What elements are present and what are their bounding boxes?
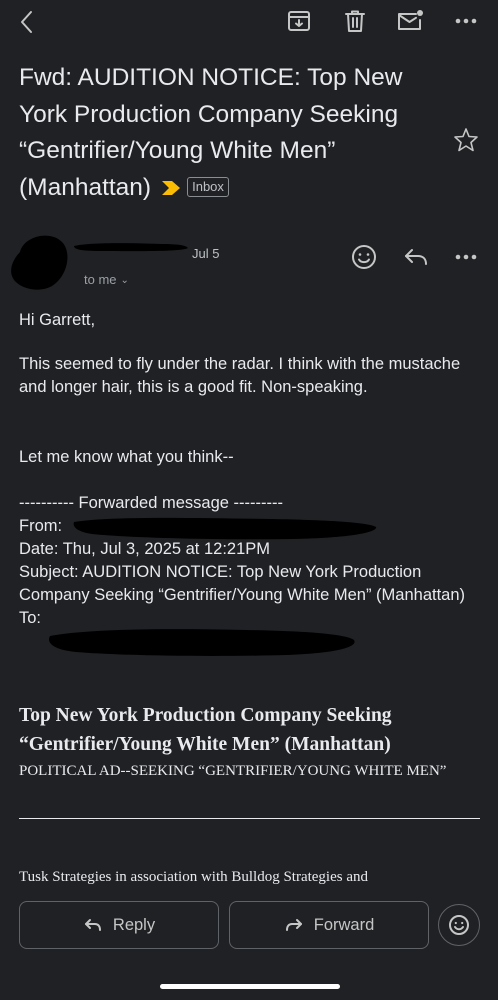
mark-unread-icon[interactable]: [396, 8, 424, 34]
react-emoji-button[interactable]: [438, 904, 480, 946]
reply-button[interactable]: Reply: [19, 901, 219, 949]
reply-icon: [83, 916, 103, 934]
forward-button[interactable]: Forward: [229, 901, 429, 949]
forwarded-header-block: ---------- Forwarded message --------- F…: [19, 492, 489, 630]
back-icon[interactable]: [14, 8, 42, 36]
forward-label: Forward: [313, 915, 375, 934]
more-options-icon[interactable]: [452, 8, 480, 34]
forwarded-ad-subtitle: POLITICAL AD--SEEKING “GENTRIFIER/YOUNG …: [19, 763, 447, 779]
message-paragraph: Let me know what you think--: [19, 448, 234, 466]
email-subject: Fwd: AUDITION NOTICE: Top New York Produ…: [19, 60, 429, 206]
star-icon[interactable]: [452, 126, 480, 154]
home-indicator[interactable]: [160, 984, 340, 989]
important-marker-icon[interactable]: [161, 180, 181, 196]
emoji-icon: [449, 915, 469, 935]
sender-avatar-redacted[interactable]: [6, 232, 78, 294]
message-paragraph: This seemed to fly under the radar. I th…: [19, 355, 461, 396]
forwarded-divider: ---------- Forwarded message ---------: [19, 494, 283, 512]
from-address-redacted[interactable]: [72, 514, 380, 542]
chevron-down-icon: ⌄: [120, 275, 129, 286]
sender-name-redacted[interactable]: [72, 240, 190, 254]
forwarded-subject: Subject: AUDITION NOTICE: Top New York P…: [19, 563, 466, 604]
email-date: Jul 5: [192, 246, 220, 261]
reply-icon[interactable]: [402, 244, 430, 270]
recipient-text: to me: [84, 272, 117, 287]
forwarded-ad-title: Top New York Production Company Seeking …: [19, 705, 392, 755]
message-more-icon[interactable]: [452, 244, 480, 270]
archive-icon[interactable]: [286, 8, 312, 34]
content-divider: [19, 818, 480, 819]
reply-label: Reply: [112, 915, 156, 934]
delete-icon[interactable]: [342, 8, 368, 34]
to-address-redacted[interactable]: [46, 626, 358, 658]
forwarded-ad-intro: Tusk Strategies in association with Bull…: [19, 869, 369, 885]
add-reaction-icon[interactable]: [350, 243, 378, 271]
label-chip-inbox[interactable]: Inbox: [187, 177, 229, 198]
message-greeting: Hi Garrett,: [19, 311, 96, 329]
forward-icon: [284, 916, 304, 934]
recipient-details-toggle[interactable]: to me ⌄: [84, 272, 129, 287]
